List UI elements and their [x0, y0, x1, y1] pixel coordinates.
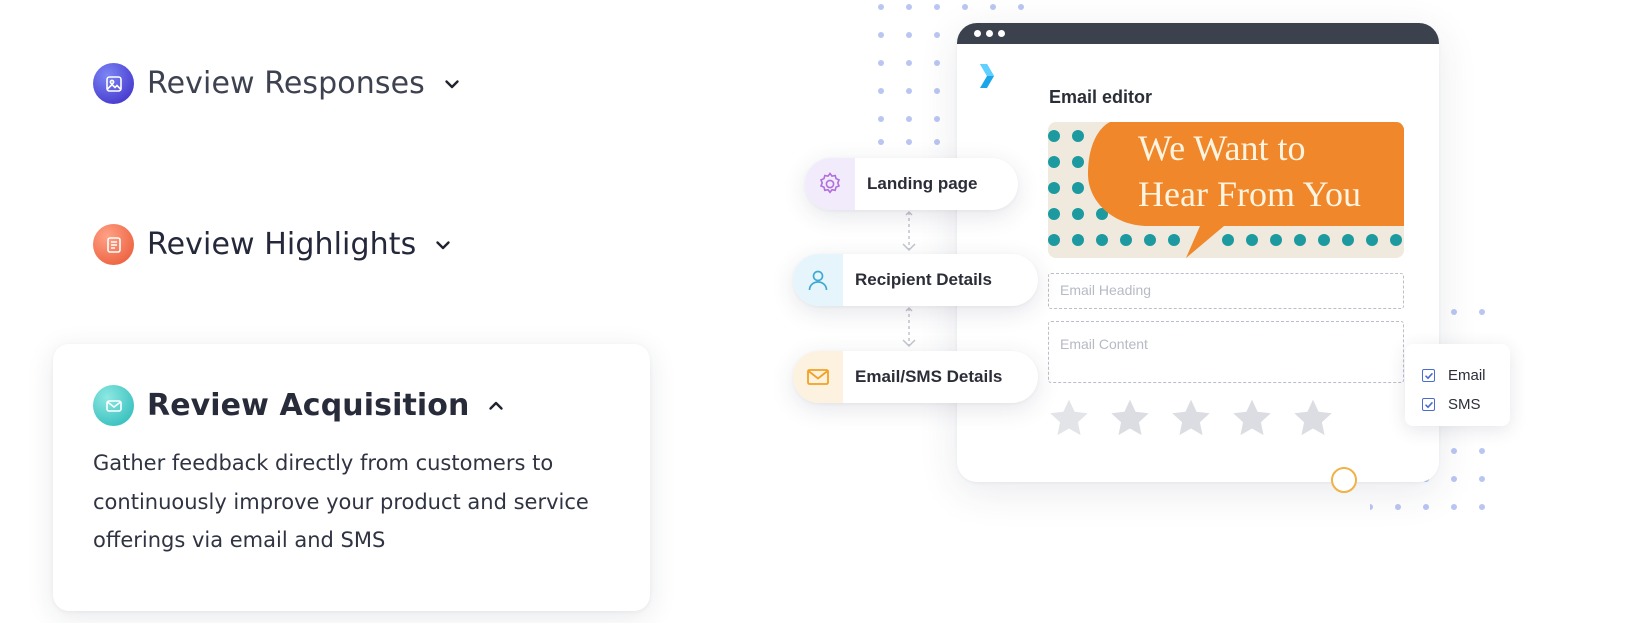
banner-line: Hear From You	[1138, 174, 1362, 214]
chevron-down-icon[interactable]	[441, 73, 463, 95]
step-label: Recipient Details	[855, 270, 992, 289]
document-icon	[93, 224, 134, 265]
window-dot	[974, 30, 981, 37]
accordion-item-review-acquisition[interactable]: Review Acquisition	[93, 385, 507, 426]
flow-arrow-icon	[902, 210, 916, 252]
step-email-sms-details[interactable]: Email/SMS Details	[793, 351, 1038, 403]
brand-logo-icon	[980, 64, 994, 88]
accordion-title: Review Responses	[147, 66, 425, 101]
accordion-description: Gather feedback directly from customers …	[93, 451, 589, 552]
window-title-bar	[957, 23, 1439, 44]
flow-arrow-icon	[902, 306, 916, 348]
star-icon[interactable]	[1292, 397, 1334, 439]
step-label: Email/SMS Details	[855, 367, 1003, 386]
accordion-item-review-highlights[interactable]: Review Highlights	[93, 224, 454, 265]
editor-title: Email editor	[1049, 87, 1153, 107]
decorative-ring	[1331, 467, 1357, 493]
channel-label: SMS	[1448, 396, 1481, 413]
chevron-up-icon[interactable]	[485, 395, 507, 417]
gear-icon	[805, 158, 855, 210]
email-heading-field[interactable]: Email Heading	[1048, 273, 1404, 309]
star-rating[interactable]	[1048, 397, 1334, 439]
channel-option-sms[interactable]: SMS	[1422, 390, 1510, 419]
channel-option-email[interactable]: Email	[1422, 361, 1510, 390]
checkbox-checked-icon[interactable]	[1422, 398, 1435, 411]
image-icon	[93, 63, 134, 104]
email-editor-window: Email editor We Want to Hear From You Em…	[957, 23, 1439, 482]
step-label: Landing page	[867, 174, 978, 193]
mail-icon	[93, 385, 134, 426]
chevron-down-icon[interactable]	[432, 234, 454, 256]
star-icon[interactable]	[1048, 397, 1090, 439]
accordion-title: Review Acquisition	[147, 388, 470, 423]
email-content-field[interactable]: Email Content	[1048, 321, 1404, 383]
checkbox-checked-icon[interactable]	[1422, 369, 1435, 382]
envelope-icon	[793, 351, 843, 403]
step-recipient-details[interactable]: Recipient Details	[793, 254, 1038, 306]
star-icon[interactable]	[1109, 397, 1151, 439]
accordion-title: Review Highlights	[147, 227, 417, 262]
channel-label: Email	[1448, 367, 1486, 384]
user-icon	[793, 254, 843, 306]
step-landing-page[interactable]: Landing page	[805, 158, 1018, 210]
window-dot	[998, 30, 1005, 37]
banner-line: We Want to	[1138, 128, 1306, 168]
accordion-item-review-responses[interactable]: Review Responses	[93, 63, 463, 104]
star-icon[interactable]	[1231, 397, 1273, 439]
channel-selector: Email SMS	[1405, 344, 1510, 426]
email-banner-image: We Want to Hear From You	[1048, 122, 1404, 258]
window-dot	[986, 30, 993, 37]
banner-headline: We Want to Hear From You	[1138, 122, 1398, 217]
star-icon[interactable]	[1170, 397, 1212, 439]
